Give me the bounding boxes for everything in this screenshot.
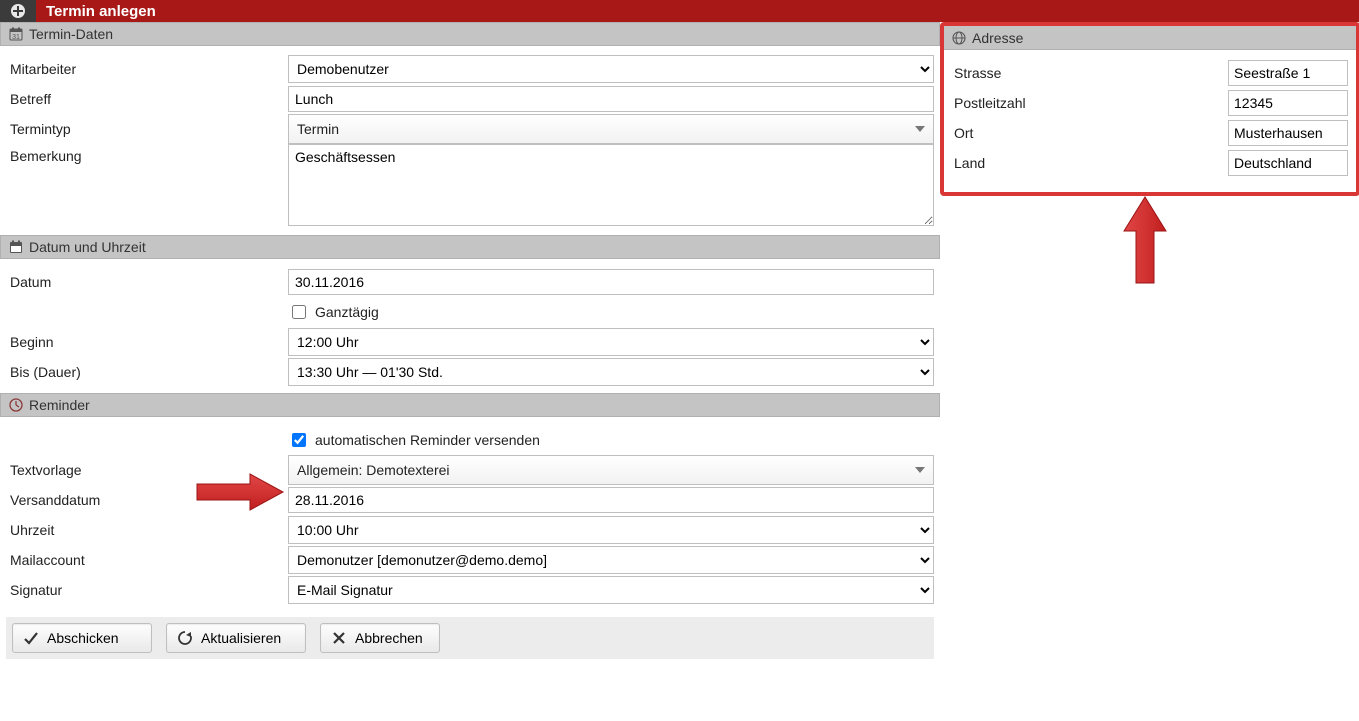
section-adresse: Adresse xyxy=(944,26,1356,50)
datum-input[interactable] xyxy=(288,269,934,295)
mitarbeiter-select[interactable]: Demobenutzer xyxy=(288,55,934,83)
aktualisieren-button[interactable]: Aktualisieren xyxy=(166,623,306,653)
reminder-auto-label: automatischen Reminder versenden xyxy=(315,432,540,448)
section-termin-daten: 31 Termin-Daten xyxy=(0,22,940,46)
reminder-auto-checkbox[interactable] xyxy=(292,433,306,447)
chevron-down-icon xyxy=(915,126,925,132)
aktualisieren-label: Aktualisieren xyxy=(201,630,281,646)
label-mitarbeiter: Mitarbeiter xyxy=(6,61,288,77)
strasse-input[interactable] xyxy=(1228,60,1348,86)
bis-select[interactable]: 13:30 Uhr — 01'30 Std. xyxy=(288,358,934,386)
ganztaegig-label: Ganztägig xyxy=(315,304,379,320)
calendar-date-icon: 31 xyxy=(9,27,23,41)
check-icon xyxy=(23,630,39,646)
add-icon[interactable] xyxy=(0,0,36,22)
land-input[interactable] xyxy=(1228,150,1348,176)
beginn-select[interactable]: 12:00 Uhr xyxy=(288,328,934,356)
section-datum-uhrzeit: Datum und Uhrzeit xyxy=(0,235,940,259)
textvorlage-value: Allgemein: Demotexterei xyxy=(297,462,450,478)
termintyp-value: Termin xyxy=(297,121,339,137)
label-strasse: Strasse xyxy=(954,65,1228,81)
clock-icon xyxy=(9,398,23,412)
section-title: Datum und Uhrzeit xyxy=(29,239,146,255)
versanddatum-input[interactable] xyxy=(288,487,934,513)
mailaccount-select[interactable]: Demonutzer [demonutzer@demo.demo] xyxy=(288,546,934,574)
ort-input[interactable] xyxy=(1228,120,1348,146)
postleitzahl-input[interactable] xyxy=(1228,90,1348,116)
signatur-select[interactable]: E-Mail Signatur xyxy=(288,576,934,604)
annotation-arrow-adresse xyxy=(1120,195,1170,285)
label-bis: Bis (Dauer) xyxy=(6,364,288,380)
refresh-icon xyxy=(177,630,193,646)
ganztaegig-checkbox[interactable] xyxy=(292,305,306,319)
section-title: Reminder xyxy=(29,397,90,413)
label-mailaccount: Mailaccount xyxy=(6,552,288,568)
abschicken-label: Abschicken xyxy=(47,630,119,646)
termintyp-combo[interactable]: Termin xyxy=(288,114,934,144)
adresse-highlight-box: Adresse Strasse Postleitzahl Ort Land xyxy=(940,22,1359,196)
label-termintyp: Termintyp xyxy=(6,121,288,137)
abbrechen-label: Abbrechen xyxy=(355,630,423,646)
label-betreff: Betreff xyxy=(6,91,288,107)
close-icon xyxy=(331,630,347,646)
section-title: Adresse xyxy=(972,30,1023,46)
label-signatur: Signatur xyxy=(6,582,288,598)
abbrechen-button[interactable]: Abbrechen xyxy=(320,623,440,653)
textvorlage-combo[interactable]: Allgemein: Demotexterei xyxy=(288,455,934,485)
globe-icon xyxy=(952,31,966,45)
uhrzeit-select[interactable]: 10:00 Uhr xyxy=(288,516,934,544)
chevron-down-icon xyxy=(915,467,925,473)
annotation-arrow-reminder xyxy=(195,472,285,512)
label-land: Land xyxy=(954,155,1228,171)
page-title: Termin anlegen xyxy=(36,3,156,20)
label-postleitzahl: Postleitzahl xyxy=(954,95,1228,111)
svg-text:31: 31 xyxy=(12,34,20,41)
submit-bar: Abschicken Aktualisieren Abbrechen xyxy=(6,617,934,659)
section-title: Termin-Daten xyxy=(29,26,113,42)
label-bemerkung: Bemerkung xyxy=(6,144,288,164)
label-beginn: Beginn xyxy=(6,334,288,350)
betreff-input[interactable] xyxy=(288,86,934,112)
label-uhrzeit: Uhrzeit xyxy=(6,522,288,538)
abschicken-button[interactable]: Abschicken xyxy=(12,623,152,653)
calendar-icon xyxy=(9,240,23,254)
bemerkung-textarea[interactable]: Geschäftsessen xyxy=(288,144,934,226)
label-datum: Datum xyxy=(6,274,288,290)
label-ort: Ort xyxy=(954,125,1228,141)
section-reminder: Reminder xyxy=(0,393,940,417)
